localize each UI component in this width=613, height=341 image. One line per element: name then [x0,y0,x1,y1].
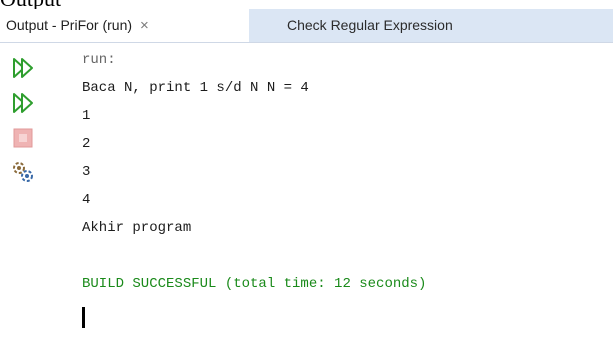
tab-check-regular-expression[interactable]: Check Regular Expression [249,9,613,42]
console-line: 2 [82,136,91,152]
console-line: Baca N, print 1 s/d N N = 4 [82,80,309,96]
rerun-icon[interactable] [10,55,36,81]
text-caret [82,307,85,328]
console-line: 3 [82,164,91,180]
console-line: run: [82,52,116,68]
rerun-with-options-icon[interactable] [10,90,36,116]
console-line: 1 [82,108,91,124]
tab-output-prifor-run[interactable]: Output - PriFor (run) × [0,9,249,42]
settings-icon[interactable] [10,159,36,185]
console-line: 4 [82,192,91,208]
stop-icon[interactable] [10,125,36,151]
tab-label: Output - PriFor (run) [6,17,133,33]
document-caption: Output [0,0,61,10]
close-icon[interactable]: × [140,17,149,34]
tab-label: Check Regular Expression [287,17,453,33]
console-output[interactable]: run: Baca N, print 1 s/d N N = 4 1 2 3 4… [82,49,607,341]
console-line: Akhir program [82,220,192,236]
output-toolbar [0,43,70,341]
build-status-line: BUILD SUCCESSFUL (total time: 12 seconds… [82,276,427,292]
output-tab-bar: Output - PriFor (run) × Check Regular Exp… [0,9,613,43]
